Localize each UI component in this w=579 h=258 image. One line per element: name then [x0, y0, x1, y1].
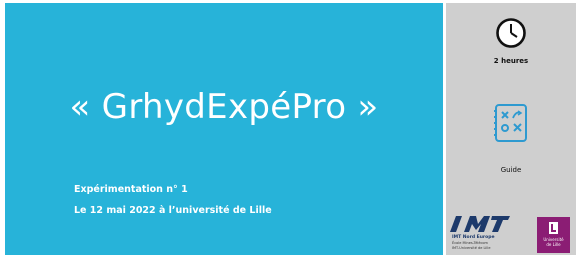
imt-name: IMT Nord Europe — [452, 235, 495, 240]
imt-nord-europe-logo: IMT Nord Europe École Mines-Télécom IMT-… — [446, 214, 516, 258]
title-panel: « GrhydExpéPro » Expérimentation n° 1 Le… — [5, 3, 443, 255]
lille-wordmark: Université de Lille — [537, 237, 570, 247]
lille-line2: de Lille — [546, 242, 561, 247]
universite-de-lille-logo: Université de Lille — [537, 217, 570, 253]
slide-title: « GrhydExpéPro » — [69, 87, 379, 127]
guide-label: Guide — [500, 166, 522, 174]
slide: « GrhydExpéPro » Expérimentation n° 1 Le… — [0, 0, 579, 258]
imt-affiliation: IMT-Université de Lille — [452, 246, 491, 250]
experiment-number: Expérimentation n° 1 — [74, 184, 188, 195]
duration-label: 2 heures — [493, 57, 529, 65]
imt-subtitle: École Mines-Télécom — [452, 241, 488, 245]
experiment-date-place: Le 12 mai 2022 à l’université de Lille — [74, 205, 272, 216]
clock-icon — [495, 17, 527, 49]
tactics-board-icon — [494, 103, 528, 143]
